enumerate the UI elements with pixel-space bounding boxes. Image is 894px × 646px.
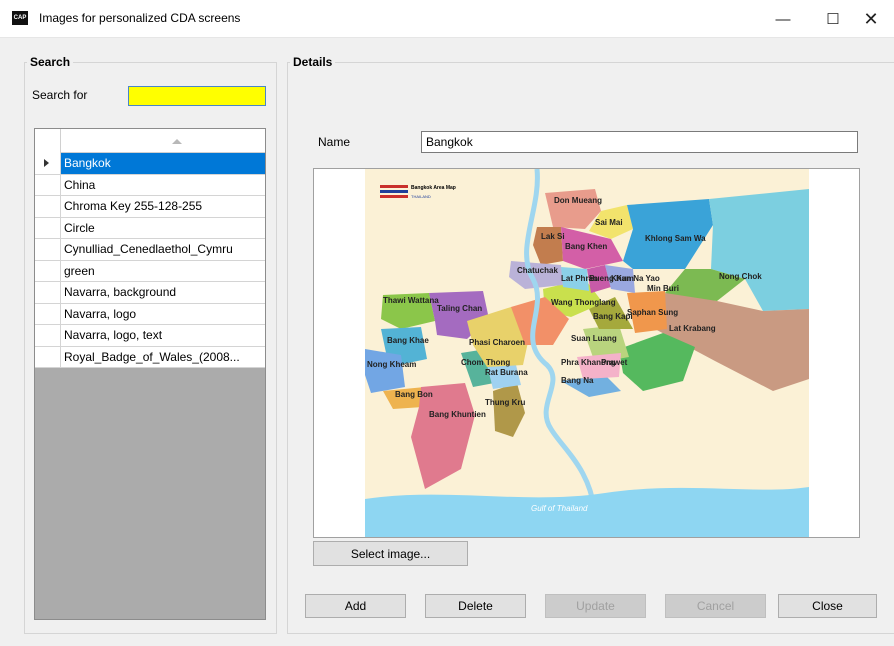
grid-header — [35, 129, 265, 153]
map-label-suan-luang: Suan Luang — [571, 334, 617, 343]
map-label-phasi-charoen: Phasi Charoen — [469, 338, 525, 347]
map-label-khlong-sam-wa: Khlong Sam Wa — [645, 234, 706, 243]
details-group-label: Details — [290, 55, 336, 69]
table-row[interactable]: Chroma Key 255-128-255 — [35, 196, 265, 218]
map-legend-title: Bangkok Area Map — [411, 185, 456, 191]
map-label-bang-na: Bang Na — [561, 376, 594, 385]
grid-rows: Bangkok China Chroma Key 255-128-255 Circle… — [35, 153, 265, 368]
row-header[interactable] — [35, 303, 61, 324]
current-row-pointer-icon — [44, 159, 49, 167]
map-label-gulf: Gulf of Thailand — [531, 504, 588, 513]
search-input[interactable] — [128, 86, 266, 106]
select-image-button[interactable]: Select image... — [313, 541, 468, 566]
image-name-cell[interactable]: Navarra, background — [61, 282, 265, 303]
image-name-cell[interactable]: Navarra, logo, text — [61, 325, 265, 346]
title-bar: CAP Images for personalized CDA screens … — [0, 0, 894, 38]
images-grid[interactable]: Bangkok China Chroma Key 255-128-255 Circle… — [34, 128, 266, 620]
map-label-bang-khen: Bang Khen — [565, 242, 607, 251]
search-for-label: Search for — [32, 88, 88, 102]
map-label-bang-khuntien: Bang Khuntien — [429, 410, 486, 419]
add-button[interactable]: Add — [305, 594, 406, 618]
image-name-cell[interactable]: green — [61, 261, 265, 282]
name-label: Name — [318, 135, 351, 149]
map-label-lat-krabang: Lat Krabang — [669, 324, 716, 333]
cancel-button[interactable]: Cancel — [665, 594, 766, 618]
table-row[interactable]: Royal_Badge_of_Wales_(2008... — [35, 346, 265, 368]
map-label-nong-chok: Nong Chok — [719, 272, 762, 281]
map-label-wang-thonglang: Wang Thonglang — [551, 298, 616, 307]
map-label-thung-kru: Thung Kru — [485, 398, 526, 407]
grid-corner-cell[interactable] — [35, 129, 61, 153]
app-icon: CAP — [12, 11, 28, 25]
row-header[interactable] — [35, 260, 61, 281]
image-name-cell[interactable]: Cynulliad_Cenedlaethol_Cymru — [61, 239, 265, 260]
row-header[interactable] — [35, 174, 61, 195]
map-label-lak-si: Lak Si — [541, 232, 565, 241]
map-label-bang-khae: Bang Khae — [387, 336, 429, 345]
search-group-label: Search — [27, 55, 74, 69]
image-name-cell[interactable]: Chroma Key 255-128-255 — [61, 196, 265, 217]
table-row[interactable]: Navarra, logo — [35, 303, 265, 325]
map-label-phra-khanong: Phra Khanong — [561, 358, 616, 367]
row-header[interactable] — [35, 196, 61, 217]
image-name-cell[interactable]: Navarra, logo — [61, 304, 265, 325]
map-legend-sub: THAILAND — [411, 194, 431, 199]
update-button[interactable]: Update — [545, 594, 646, 618]
table-row[interactable]: Navarra, logo, text — [35, 325, 265, 347]
row-header[interactable] — [35, 325, 61, 346]
table-row[interactable]: Bangkok — [35, 153, 265, 175]
map-label-sai-mai: Sai Mai — [595, 218, 623, 227]
map-label-thawi-wattana: Thawi Wattana — [383, 296, 439, 305]
row-header[interactable] — [35, 153, 61, 174]
image-name-cell[interactable]: Circle — [61, 218, 265, 239]
map-label-don-mueang: Don Mueang — [554, 196, 602, 205]
row-header[interactable] — [35, 217, 61, 238]
map-label-chom-thong: Chom Thong — [461, 358, 510, 367]
bangkok-map-image: Bangkok Area Map THAILAND Don Mueang Sai… — [365, 169, 809, 537]
row-header[interactable] — [35, 346, 61, 367]
image-name-cell[interactable]: Royal_Badge_of_Wales_(2008... — [61, 347, 265, 368]
map-label-bang-bon: Bang Bon — [395, 390, 433, 399]
image-name-cell[interactable]: Bangkok — [61, 153, 265, 174]
close-button[interactable]: Close — [778, 594, 877, 618]
map-label-rat-burana: Rat Burana — [485, 368, 528, 377]
name-field[interactable] — [421, 131, 858, 153]
image-preview: Bangkok Area Map THAILAND Don Mueang Sai… — [313, 168, 860, 538]
row-header[interactable] — [35, 282, 61, 303]
map-label-saphan-sung: Saphan Sung — [627, 308, 678, 317]
table-row[interactable]: Navarra, background — [35, 282, 265, 304]
map-label-chatuchak: Chatuchak — [517, 266, 558, 275]
image-name-cell[interactable]: China — [61, 175, 265, 196]
map-label-nong-kheam: Nong Kheam — [367, 360, 416, 369]
table-row[interactable]: Cynulliad_Cenedlaethol_Cymru — [35, 239, 265, 261]
close-window-button[interactable]: ✕ — [848, 0, 894, 38]
minimize-button[interactable]: — — [760, 0, 806, 38]
table-row[interactable]: green — [35, 260, 265, 282]
table-row[interactable]: Circle — [35, 217, 265, 239]
delete-button[interactable]: Delete — [425, 594, 526, 618]
window-title: Images for personalized CDA screens — [39, 11, 241, 25]
map-label-khan-na-yao: Khan Na Yao — [611, 274, 660, 283]
map-label-taling-chan: Taling Chan — [437, 304, 482, 313]
sort-ascending-icon[interactable] — [172, 139, 182, 144]
row-header[interactable] — [35, 239, 61, 260]
map-label-min-buri: Min Buri — [647, 284, 679, 293]
table-row[interactable]: China — [35, 174, 265, 196]
